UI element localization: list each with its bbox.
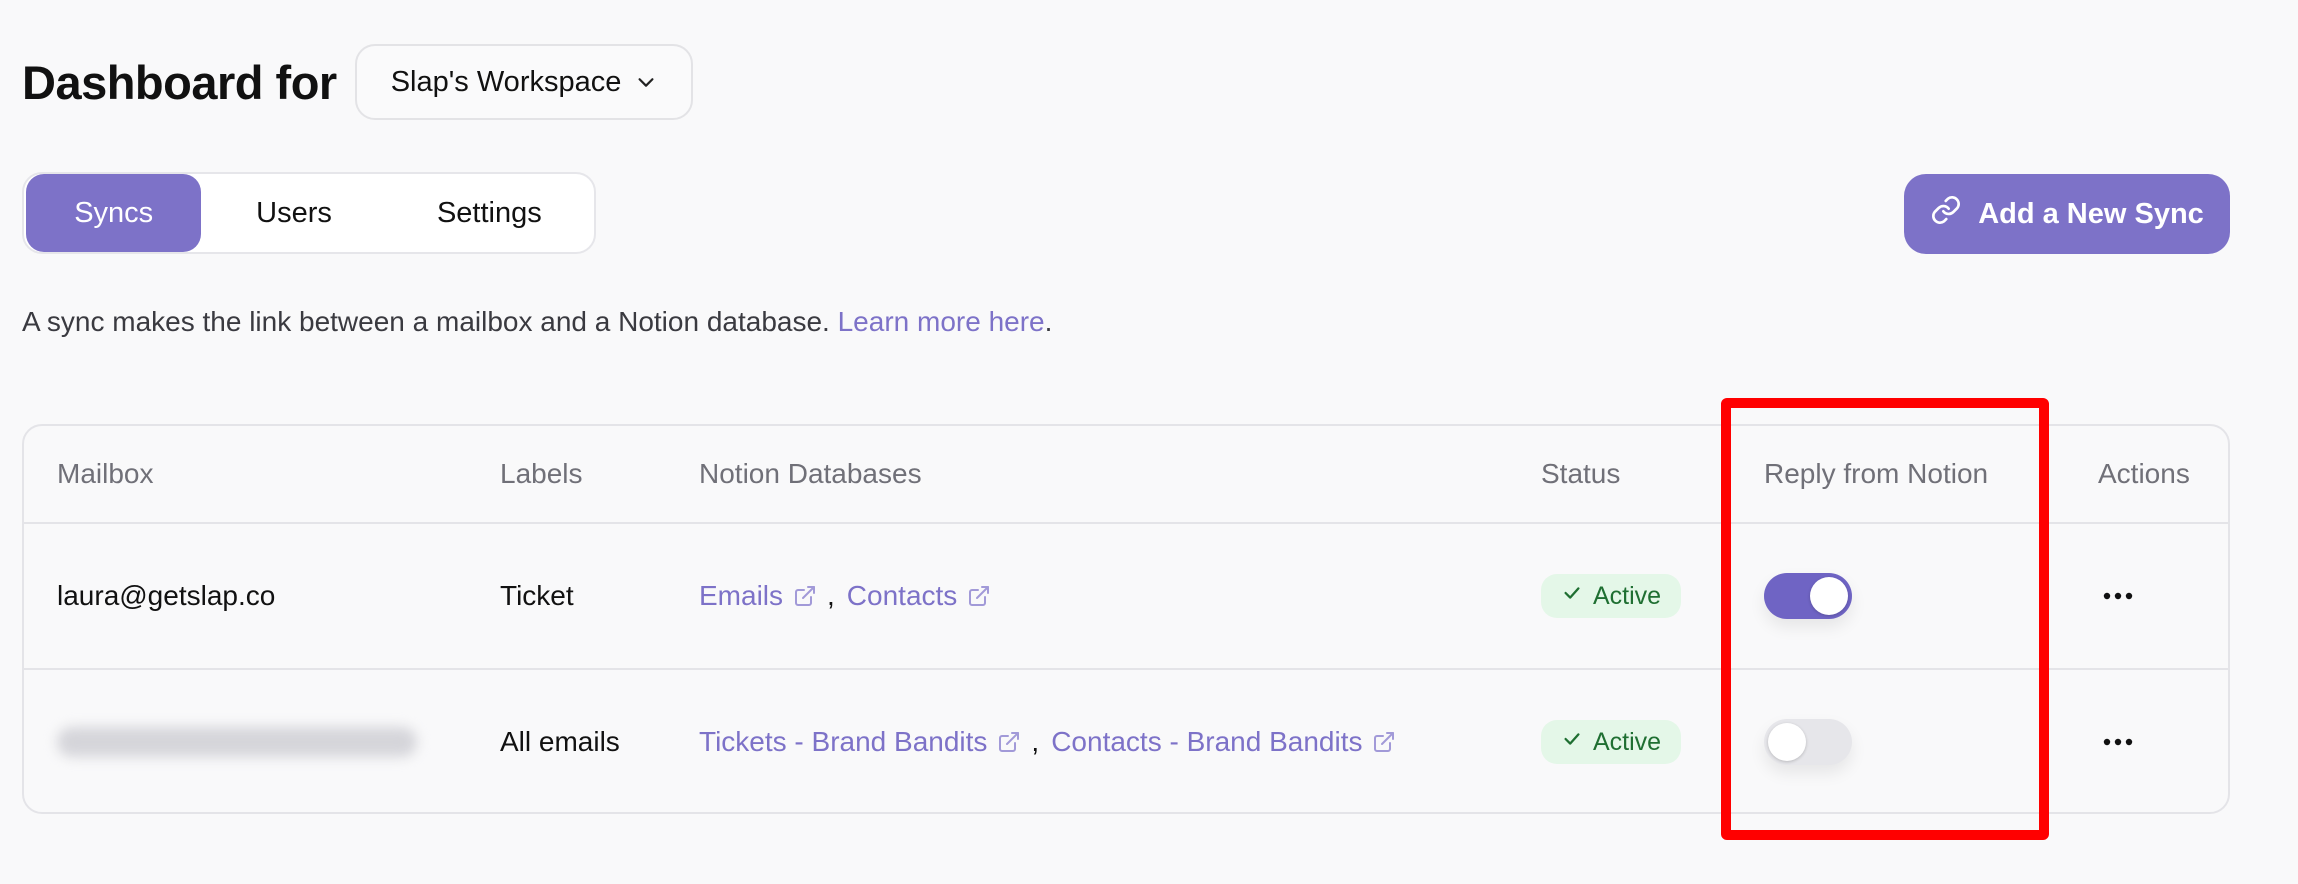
check-icon [1561, 728, 1583, 757]
database-link-label: Tickets - Brand Bandits [699, 726, 988, 757]
status-label: Active [1593, 581, 1662, 610]
col-mailbox: Mailbox [57, 458, 154, 489]
status-badge: Active [1541, 720, 1682, 764]
reply-from-notion-toggle[interactable] [1764, 719, 1852, 765]
header: Dashboard for Slap's Workspace [22, 44, 694, 120]
description-text: A sync makes the link between a mailbox … [22, 306, 838, 337]
tab-bar: Syncs Users Settings [22, 172, 596, 254]
table-header: Mailbox Labels Notion Databases Status R… [24, 426, 2228, 524]
syncs-table: Mailbox Labels Notion Databases Status R… [22, 424, 2230, 814]
workspace-select[interactable]: Slap's Workspace [354, 44, 694, 120]
toggle-knob [1810, 577, 1848, 615]
col-status: Status [1541, 458, 1621, 489]
toggle-knob [1768, 723, 1806, 761]
reply-from-notion-toggle[interactable] [1764, 573, 1852, 619]
external-link-icon [967, 584, 991, 608]
col-reply-from-notion: Reply from Notion [1764, 458, 1989, 489]
external-link-icon [1372, 730, 1396, 754]
add-new-sync-button[interactable]: Add a New Sync [1904, 174, 2230, 254]
separator-comma: , [827, 580, 835, 611]
tab-syncs[interactable]: Syncs [26, 174, 202, 252]
label-value: Ticket [500, 580, 574, 611]
workspace-name: Slap's Workspace [390, 65, 622, 98]
col-notion-databases: Notion Databases [699, 458, 922, 489]
col-actions: Actions [2098, 458, 2190, 489]
separator-comma: , [1031, 726, 1040, 757]
check-icon [1561, 582, 1583, 611]
external-link-icon [793, 584, 817, 608]
database-link[interactable]: Contacts - Brand Bandits [1051, 726, 1396, 758]
database-link-label: Emails [699, 580, 784, 611]
more-actions-icon[interactable] [2098, 730, 2138, 754]
database-link[interactable]: Tickets - Brand Bandits [699, 726, 1021, 758]
database-link-label: Contacts [846, 580, 958, 611]
status-badge: Active [1541, 574, 1682, 618]
label-value: All emails [500, 726, 620, 757]
mailbox-email-blurred [57, 727, 417, 757]
add-new-sync-label: Add a New Sync [1978, 197, 2204, 230]
tab-settings[interactable]: Settings [387, 174, 592, 252]
description: A sync makes the link between a mailbox … [22, 306, 1052, 338]
mailbox-email: laura@getslap.co [57, 580, 276, 611]
link-icon [1930, 194, 1962, 234]
tab-users[interactable]: Users [201, 174, 386, 252]
chevron-down-icon [635, 71, 657, 93]
description-suffix: . [1044, 306, 1053, 337]
database-link-label: Contacts - Brand Bandits [1051, 726, 1363, 757]
col-labels: Labels [500, 458, 583, 489]
external-link-icon [997, 730, 1021, 754]
status-label: Active [1593, 727, 1662, 756]
table-row: laura@getslap.co Ticket Emails , Contact… [24, 524, 2228, 670]
table-row: All emails Tickets - Brand Bandits , Con… [24, 670, 2228, 812]
more-actions-icon[interactable] [2098, 584, 2138, 608]
database-link[interactable]: Emails [699, 580, 817, 612]
database-link[interactable]: Contacts [847, 580, 992, 612]
page-title: Dashboard for [22, 55, 337, 109]
learn-more-link[interactable]: Learn more here [838, 306, 1045, 337]
